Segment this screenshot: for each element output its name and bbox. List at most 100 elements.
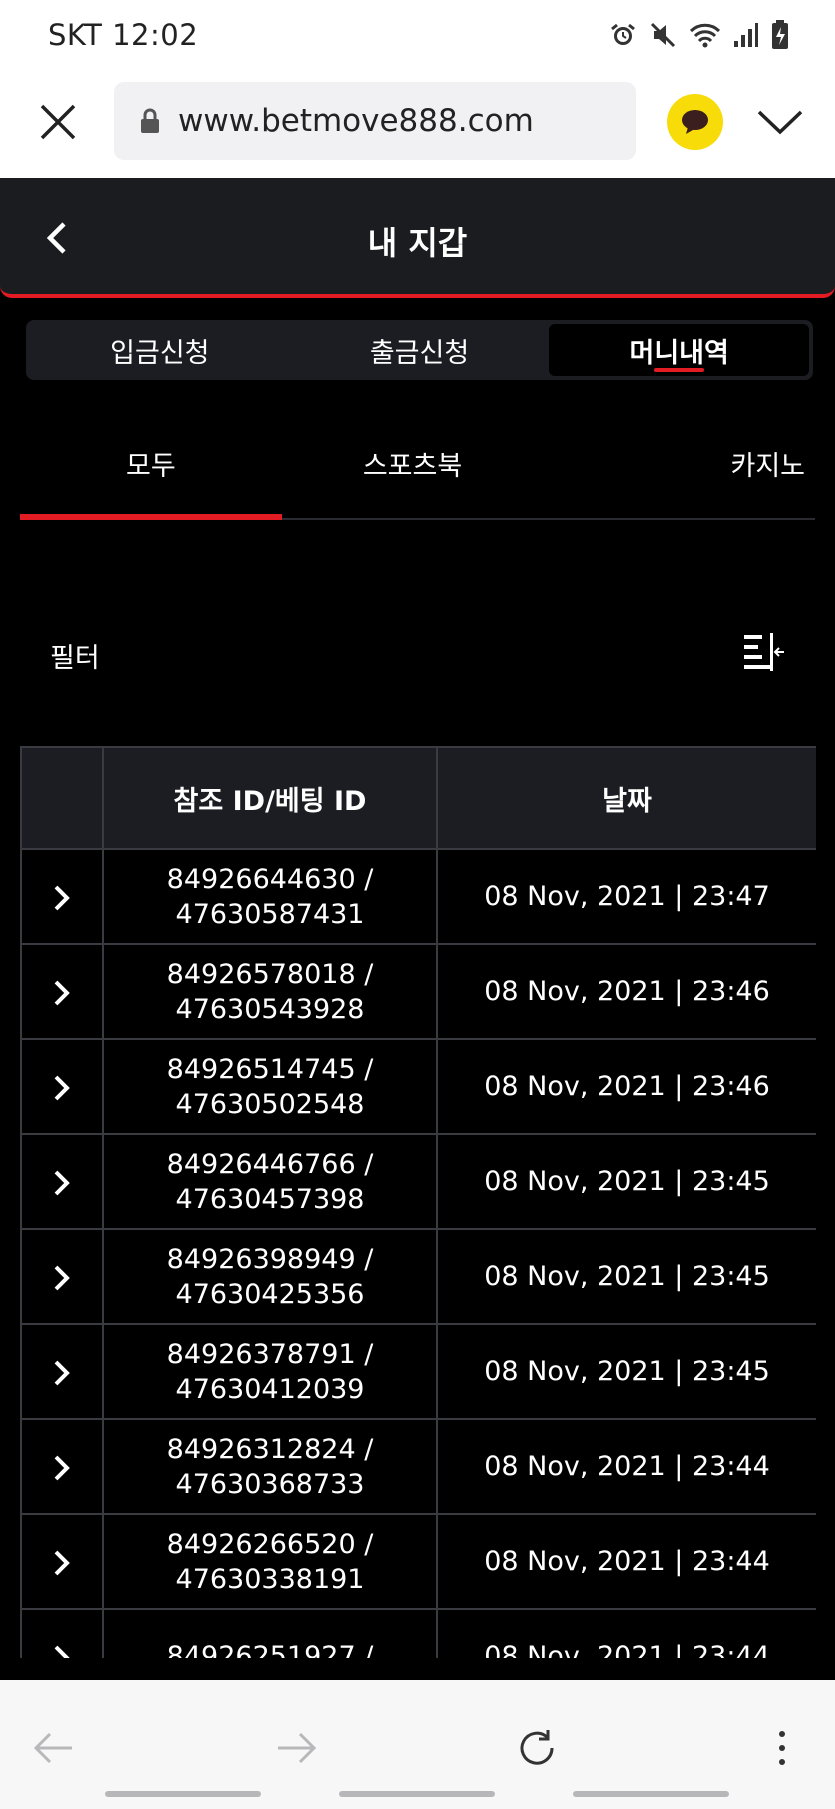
close-icon[interactable] xyxy=(38,102,78,142)
chevron-right-icon[interactable] xyxy=(52,1643,72,1659)
row-expand-cell[interactable] xyxy=(20,1133,104,1230)
row-expand-cell[interactable] xyxy=(20,1418,104,1515)
sub-tabs: 모두 스포츠북 카지노 xyxy=(20,420,815,520)
table-header-row: 참조 ID/베팅 ID 날짜 xyxy=(20,746,816,850)
date-cell: 08 Nov, 2021 | 23:44 xyxy=(436,1608,816,1658)
bet-id: 47630425356 xyxy=(175,1278,365,1310)
chevron-right-icon[interactable] xyxy=(52,1358,72,1388)
bet-id: 47630412039 xyxy=(175,1373,365,1405)
chevron-right-icon[interactable] xyxy=(52,1168,72,1198)
ref-id: 84926644630 / xyxy=(166,863,374,895)
gesture-bar-right xyxy=(573,1791,729,1797)
ref-id: 84926446766 / xyxy=(166,1148,374,1180)
row-expand-cell[interactable] xyxy=(20,1038,104,1135)
table-row[interactable]: 84926266520 /47630338191 08 Nov, 2021 | 2… xyxy=(20,1513,816,1610)
ref-id: 84926398949 / xyxy=(166,1243,374,1275)
status-bar: SKT 12:02 xyxy=(0,0,835,70)
ref-id-cell: 84926578018 /47630543928 xyxy=(102,943,438,1040)
table-row[interactable]: 84926251927 / 08 Nov, 2021 | 23:44 xyxy=(20,1608,816,1659)
url-text: www.betmove888.com xyxy=(178,103,534,139)
alarm-icon xyxy=(611,23,635,45)
column-header-expand xyxy=(20,746,104,850)
tab-withdraw[interactable]: 출금신청 xyxy=(290,324,550,376)
date-cell: 08 Nov, 2021 | 23:44 xyxy=(436,1418,816,1515)
row-expand-cell[interactable] xyxy=(20,1323,104,1420)
filter-label[interactable]: 필터 xyxy=(50,636,100,675)
signal-icon xyxy=(734,23,758,47)
ref-id-cell: 84926446766 /47630457398 xyxy=(102,1133,438,1230)
table-row[interactable]: 84926398949 /47630425356 08 Nov, 2021 | 2… xyxy=(20,1228,816,1325)
row-expand-cell[interactable] xyxy=(20,943,104,1040)
chevron-right-icon[interactable] xyxy=(52,1073,72,1103)
ref-id-cell: 84926266520 /47630338191 xyxy=(102,1513,438,1610)
gesture-bar-center xyxy=(339,1791,495,1797)
table-row[interactable]: 84926446766 /47630457398 08 Nov, 2021 | 2… xyxy=(20,1133,816,1230)
ref-id-cell: 84926398949 /47630425356 xyxy=(102,1228,438,1325)
bet-id: 47630543928 xyxy=(175,993,365,1025)
kakao-chat-button[interactable] xyxy=(667,94,723,150)
ref-id-cell: 84926644630 /47630587431 xyxy=(102,848,438,945)
table-row[interactable]: 84926514745 /47630502548 08 Nov, 2021 | 2… xyxy=(20,1038,816,1135)
ref-id: 84926251927 / xyxy=(166,1641,374,1658)
subtab-all[interactable]: 모두 xyxy=(20,420,282,520)
refresh-icon[interactable] xyxy=(514,1726,562,1770)
ref-id-cell: 84926312824 /47630368733 xyxy=(102,1418,438,1515)
subtab-sportsbook[interactable]: 스포츠북 xyxy=(282,420,544,518)
row-expand-cell[interactable] xyxy=(20,1228,104,1325)
date-cell: 08 Nov, 2021 | 23:46 xyxy=(436,943,816,1040)
table-row[interactable]: 84926312824 /47630368733 08 Nov, 2021 | 2… xyxy=(20,1418,816,1515)
column-header-date: 날짜 xyxy=(436,746,816,850)
chevron-right-icon[interactable] xyxy=(52,1453,72,1483)
address-bar[interactable]: www.betmove888.com xyxy=(114,82,636,160)
table-row[interactable]: 84926644630 /47630587431 08 Nov, 2021 | 2… xyxy=(20,848,816,945)
row-expand-cell[interactable] xyxy=(20,1513,104,1610)
ref-id: 84926578018 / xyxy=(166,958,374,990)
arrow-right-icon[interactable] xyxy=(272,1726,320,1770)
chevron-down-icon[interactable] xyxy=(755,104,805,140)
arrow-left-icon[interactable] xyxy=(30,1726,78,1770)
chevron-right-icon[interactable] xyxy=(52,978,72,1008)
ref-id: 84926514745 / xyxy=(166,1053,374,1085)
gesture-bar-left xyxy=(105,1791,261,1797)
date-cell: 08 Nov, 2021 | 23:45 xyxy=(436,1323,816,1420)
wifi-icon xyxy=(689,23,721,48)
column-header-ref-id: 참조 ID/베팅 ID xyxy=(102,746,438,850)
chevron-right-icon[interactable] xyxy=(52,1263,72,1293)
table-row[interactable]: 84926578018 /47630543928 08 Nov, 2021 | 2… xyxy=(20,943,816,1040)
bet-id: 47630338191 xyxy=(175,1563,365,1595)
chat-icon xyxy=(682,110,708,134)
carrier-time: SKT 12:02 xyxy=(48,18,199,52)
bet-id: 47630587431 xyxy=(175,898,365,930)
browser-bar: www.betmove888.com xyxy=(0,70,835,178)
bet-id: 47630457398 xyxy=(175,1183,365,1215)
date-cell: 08 Nov, 2021 | 23:47 xyxy=(436,848,816,945)
page-title: 내 지갑 xyxy=(367,224,468,262)
app-header: 내 지갑 xyxy=(0,178,835,298)
date-cell: 08 Nov, 2021 | 23:46 xyxy=(436,1038,816,1135)
chevron-right-icon[interactable] xyxy=(52,1548,72,1578)
bet-id: 47630368733 xyxy=(175,1468,365,1500)
history-table: 참조 ID/베팅 ID 날짜 84926644630 /47630587431 0… xyxy=(20,746,816,1658)
filter-collapse-icon[interactable] xyxy=(742,633,786,673)
tab-money-history[interactable]: 머니내역 xyxy=(549,324,810,376)
bet-id: 47630502548 xyxy=(175,1088,365,1120)
chevron-right-icon[interactable] xyxy=(52,883,72,913)
row-expand-cell[interactable] xyxy=(20,848,104,945)
main-tabs: 입금신청 출금신청 머니내역 xyxy=(26,320,813,380)
browser-bottom-nav xyxy=(0,1680,835,1809)
table-row[interactable]: 84926378791 /47630412039 08 Nov, 2021 | 2… xyxy=(20,1323,816,1420)
ref-id: 84926266520 / xyxy=(166,1528,374,1560)
date-cell: 08 Nov, 2021 | 23:45 xyxy=(436,1133,816,1230)
more-vertical-icon[interactable] xyxy=(758,1726,806,1770)
date-cell: 08 Nov, 2021 | 23:44 xyxy=(436,1513,816,1610)
status-icons xyxy=(609,20,789,50)
ref-id: 84926378791 / xyxy=(166,1338,374,1370)
ref-id: 84926312824 / xyxy=(166,1433,374,1465)
subtab-casino[interactable]: 카지노 xyxy=(543,420,815,518)
row-expand-cell[interactable] xyxy=(20,1608,104,1659)
date-cell: 08 Nov, 2021 | 23:45 xyxy=(436,1228,816,1325)
tab-deposit[interactable]: 입금신청 xyxy=(30,324,290,376)
ref-id-cell: 84926251927 / xyxy=(102,1608,438,1658)
ref-id-cell: 84926514745 /47630502548 xyxy=(102,1038,438,1135)
ref-id-cell: 84926378791 /47630412039 xyxy=(102,1323,438,1420)
